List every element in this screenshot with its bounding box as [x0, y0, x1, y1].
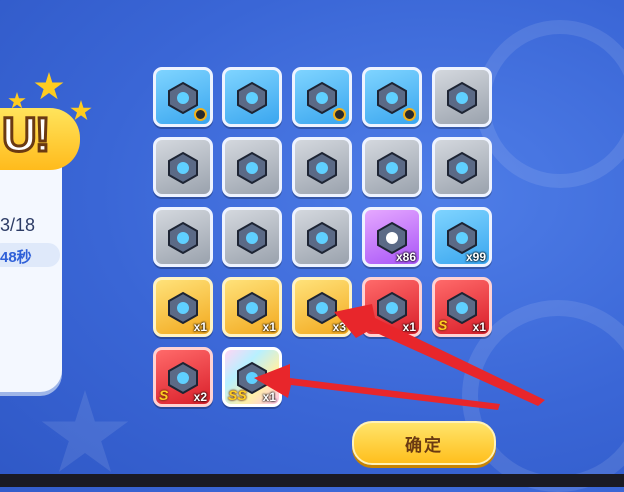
- cannon-icon: [377, 291, 407, 324]
- item-count: x1: [472, 320, 486, 334]
- boots-icon: [168, 221, 198, 254]
- item-count: x3: [332, 320, 346, 334]
- equipped-dot-icon: [194, 108, 207, 121]
- item-count: x99: [465, 250, 486, 264]
- reward-slot[interactable]: [432, 137, 492, 197]
- moon-necklace-icon: [237, 221, 267, 254]
- crest-emblem-icon: [237, 291, 267, 324]
- helmet-icon: [447, 81, 477, 114]
- reward-slot[interactable]: Sx1: [432, 277, 492, 337]
- equipped-dot-icon: [333, 108, 346, 121]
- shield-disc-icon: [377, 81, 407, 114]
- reward-slot[interactable]: [362, 137, 422, 197]
- result-banner-text: U!: [1, 108, 53, 164]
- bottom-bar: [0, 474, 624, 487]
- rank-badge: SS: [228, 387, 247, 403]
- belt-band-icon: [307, 151, 337, 184]
- gem-chip-icon: [168, 361, 198, 394]
- item-count: x1: [193, 320, 207, 334]
- reward-slot[interactable]: x86: [362, 207, 422, 267]
- reward-slot[interactable]: x1: [153, 277, 213, 337]
- gear-icon: [447, 221, 477, 254]
- boots-icon: [237, 81, 267, 114]
- background-planet-decoration: [476, 20, 624, 188]
- timer-text: 48秒: [0, 249, 32, 266]
- star-icon: [34, 72, 64, 100]
- shield-disc-icon: [307, 221, 337, 254]
- rank-badge: S: [159, 387, 169, 403]
- item-count: x1: [262, 390, 276, 404]
- reward-slot[interactable]: [222, 137, 282, 197]
- reward-slot[interactable]: x99: [432, 207, 492, 267]
- reward-slot[interactable]: [222, 207, 282, 267]
- reward-slot[interactable]: [362, 67, 422, 127]
- progress-count: 3/18: [0, 215, 36, 235]
- reward-slot[interactable]: x3: [292, 277, 352, 337]
- infinity-amulet-icon: [307, 81, 337, 114]
- mech-fist-icon: [168, 291, 198, 324]
- reward-slot[interactable]: SS x1: [222, 347, 282, 407]
- confirm-button[interactable]: 确定: [352, 421, 496, 465]
- item-count: x2: [193, 390, 207, 404]
- gauntlet-icon: [377, 151, 407, 184]
- rank-badge: S: [438, 317, 448, 333]
- reward-slot[interactable]: [153, 207, 213, 267]
- reward-slot[interactable]: [292, 67, 352, 127]
- reward-slot[interactable]: [292, 207, 352, 267]
- reward-slot[interactable]: [153, 67, 213, 127]
- ring-collar-icon: [237, 151, 267, 184]
- reward-slot[interactable]: Sx2: [153, 347, 213, 407]
- reward-slot[interactable]: [222, 67, 282, 127]
- reward-slot[interactable]: [292, 137, 352, 197]
- wrist-armor-icon: [168, 81, 198, 114]
- item-count: x1: [402, 320, 416, 334]
- winged-badge-icon: [447, 291, 477, 324]
- background-star-decoration: [41, 390, 129, 472]
- equipped-dot-icon: [403, 108, 416, 121]
- reward-slot[interactable]: [153, 137, 213, 197]
- gauntlet-icon: [447, 151, 477, 184]
- reward-slot[interactable]: x1: [222, 277, 282, 337]
- item-count: x86: [395, 250, 416, 264]
- crystal-cube-icon: [377, 221, 407, 254]
- reward-slot[interactable]: Sx1: [362, 277, 422, 337]
- reward-slot[interactable]: [432, 67, 492, 127]
- hood-armor-icon: [168, 151, 198, 184]
- item-count: x1: [262, 320, 276, 334]
- orb-core-icon: [307, 291, 337, 324]
- rank-badge: S: [368, 317, 378, 333]
